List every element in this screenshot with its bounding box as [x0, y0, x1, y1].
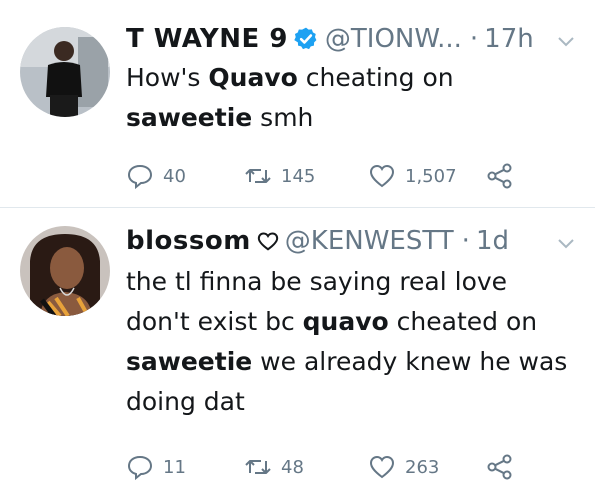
reply-count: 40 [163, 165, 186, 187]
tweet-text: the tl finna be saying real love don't e… [126, 262, 576, 422]
share-icon [487, 163, 512, 189]
display-name[interactable]: blossom [126, 226, 251, 256]
verified-badge-icon [294, 27, 317, 50]
separator-dot: · [461, 226, 470, 256]
handle[interactable]: @KENWESTT [285, 226, 454, 256]
tweet-actions: 11 48 263 [126, 453, 514, 481]
text-segment-bold: quavo [302, 307, 389, 336]
text-segment-bold: Quavo [208, 63, 298, 92]
tweet-text: How's Quavo cheating on saweetie smh [126, 58, 576, 138]
separator-dot: · [469, 24, 479, 54]
reply-icon [127, 164, 153, 190]
text-segment: smh [252, 103, 314, 132]
chevron-down-icon[interactable] [557, 36, 575, 48]
share-icon [487, 454, 512, 480]
chevron-down-icon[interactable] [557, 238, 575, 250]
tweet[interactable]: T WAYNE 9 @TIONW... · 17h How's Quavo ch… [0, 0, 595, 208]
reply-count: 11 [163, 456, 186, 478]
reply-button[interactable]: 40 [126, 162, 244, 190]
text-segment: cheating on [297, 63, 454, 92]
tweet-header: blossom @KENWESTT · 1d [126, 226, 509, 256]
text-segment: How's [126, 63, 209, 92]
retweet-button[interactable]: 48 [244, 453, 368, 481]
avatar[interactable] [20, 226, 110, 316]
retweet-icon [245, 169, 271, 183]
timestamp[interactable]: 1d [476, 226, 509, 256]
heart-icon [257, 232, 278, 251]
retweet-count: 48 [281, 456, 304, 478]
tweet[interactable]: blossom @KENWESTT · 1d the tl finna be s… [0, 208, 595, 495]
text-segment-bold: saweetie [126, 103, 253, 132]
avatar-photo [20, 27, 110, 117]
like-button[interactable]: 1,507 [368, 162, 486, 190]
share-button[interactable] [486, 453, 514, 481]
reply-icon [127, 455, 153, 481]
tweet-actions: 40 145 1,507 [126, 162, 514, 190]
like-count: 1,507 [405, 165, 457, 187]
retweet-button[interactable]: 145 [244, 162, 368, 190]
avatar-photo [20, 226, 110, 316]
reply-button[interactable]: 11 [126, 453, 244, 481]
like-icon [369, 164, 395, 188]
retweet-icon [245, 460, 271, 474]
tweet-header: T WAYNE 9 @TIONW... · 17h [126, 24, 534, 54]
like-button[interactable]: 263 [368, 453, 486, 481]
text-segment: cheated on [388, 307, 538, 336]
display-name[interactable]: T WAYNE 9 [126, 24, 288, 54]
like-count: 263 [405, 456, 440, 478]
timestamp[interactable]: 17h [484, 24, 534, 54]
retweet-count: 145 [281, 165, 316, 187]
like-icon [369, 455, 395, 479]
text-segment-bold: saweetie [126, 347, 253, 376]
handle[interactable]: @TIONW... [325, 24, 462, 54]
avatar[interactable] [20, 27, 110, 117]
share-button[interactable] [486, 162, 514, 190]
